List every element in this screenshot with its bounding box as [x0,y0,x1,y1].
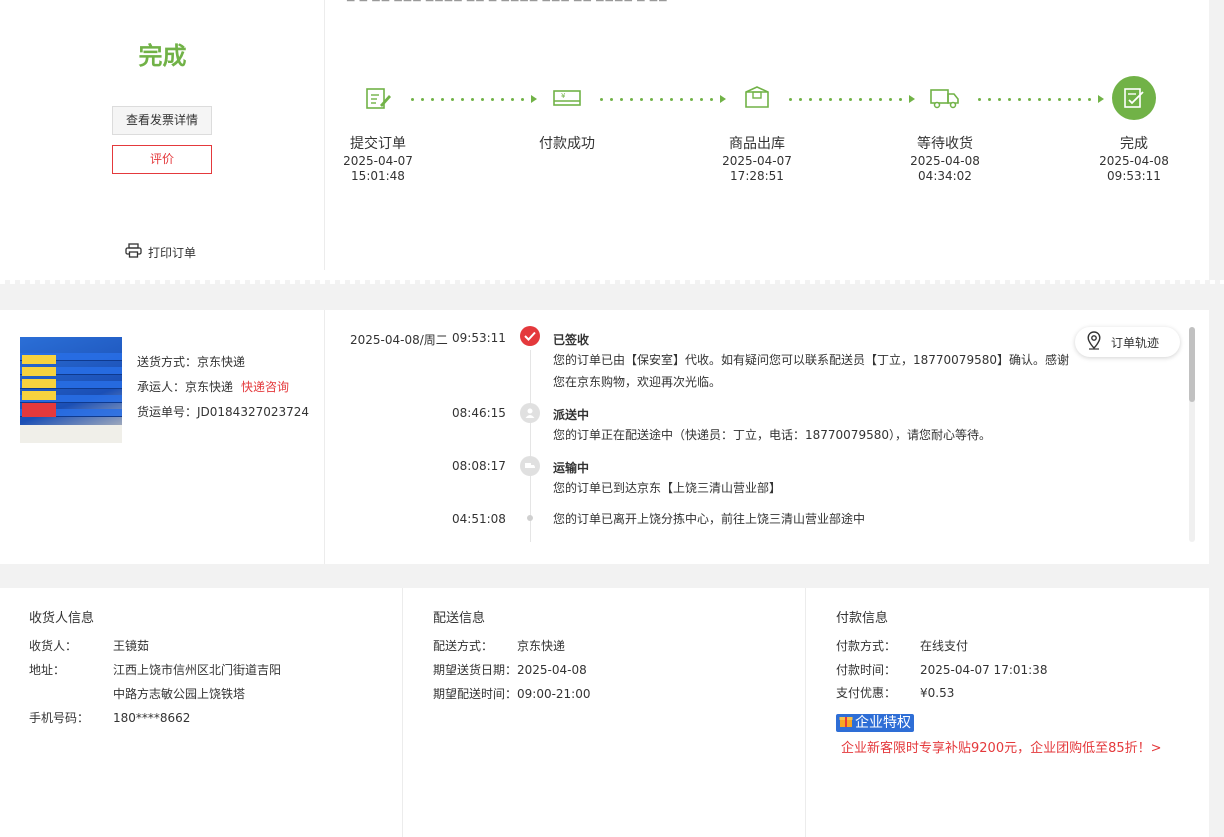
delivery-truck-icon [925,78,965,118]
tracking-panel: 送货方式：京东快递 承运人：京东快递 快递咨询 货运单号：JD0184327023… [0,310,1209,564]
receiver-heading: 收货人信息 [29,611,95,626]
expected-date: 期望送货日期：2025-04-08 [433,663,587,677]
payment-card-icon: ¥ [547,78,587,118]
timeline-scrollbar[interactable] [1189,327,1195,542]
progress-connector [600,95,726,103]
payment-heading: 付款信息 [836,611,889,626]
transport-icon [520,456,540,476]
step-label: 完成 [1120,136,1148,152]
event-time: 04:51:08 [452,512,506,526]
phone-key: 手机号码： [29,711,90,725]
payment-info: 付款信息 付款方式： 在线支付 付款时间： 2025-04-07 17:01:38 … [805,588,1209,837]
courier-icon [520,403,540,423]
signed-check-icon [520,326,540,346]
review-button[interactable]: 评价 [112,145,212,174]
step-time: 15:01:48 [351,169,405,183]
order-info-panel: 收货人信息 收货人： 王镜茹 地址： 江西上饶市信州区北门街道吉阳 中路方志敏公园上… [0,588,1209,837]
step-date: 2025-04-08 [910,154,980,168]
delivery-heading: 配送信息 [433,611,486,626]
step-date: 2025-04-08 [1099,154,1169,168]
step-time: 04:34:02 [918,169,972,183]
step-label: 等待收货 [917,136,973,152]
tracking-timeline: 2025-04-08/周二 09:53:11 已签收 您的订单已由【保安室】代收… [326,310,1186,564]
enterprise-promo-link[interactable]: 企业新客限时专享补贴9200元，企业团购低至85折！> [841,737,1162,756]
gift-icon [839,714,853,733]
event-time: 09:53:11 [452,331,506,345]
scrollbar-thumb[interactable] [1189,327,1195,402]
view-invoice-button[interactable]: 查看发票详情 [112,106,212,135]
print-order-link[interactable]: 打印订单 [125,243,196,261]
delivery-method: 京东快递 [517,639,566,653]
address-line-1: 江西上饶市信州区北门街道吉阳 [113,663,282,677]
step-label: 商品出库 [729,136,785,152]
event-text: 您的订单已由【保安室】代收。如有疑问您可以联系配送员【丁立，1877007958… [553,353,1069,389]
cropped-notice-text: ▬ ▬ ▬▬ ▬▬▬ ▬▬▬▬ ▬▬ ▬ ▬▬▬▬ ▬▬▬ ▬▬ ▬▬▬▬ ▬ … [346,0,776,3]
progress-connector [411,95,537,103]
event-title: 已签收 [553,333,590,347]
event-time: 08:46:15 [452,406,506,420]
payment-time: 2025-04-07 17:01:38 [920,663,1048,677]
section-divider [0,280,1224,284]
courier-consult-link[interactable]: 快递咨询 [241,380,289,394]
payment-discount: ¥0.53 [920,686,955,700]
expected-time: 期望配送时间：09:00-21:00 [433,687,591,701]
order-status-title: 完成 [138,42,187,70]
order-track-button[interactable]: 订单轨迹 [1075,327,1180,357]
tracking-number: 货运单号：JD0184327023724 [137,405,310,419]
product-thumbnail[interactable] [20,337,122,443]
receiver-name: 王镜茹 [113,639,150,653]
progress-connector [789,95,915,103]
order-status-summary: 完成 查看发票详情 评价 打印订单 [0,0,325,270]
receiver-info: 收货人信息 收货人： 王镜茹 地址： 江西上饶市信州区北门街道吉阳 中路方志敏公园上… [0,588,402,837]
carrier: 承运人：京东快递 [137,380,234,394]
completed-check-icon [1112,76,1156,120]
svg-text:¥: ¥ [561,92,566,100]
step-time: 17:28:51 [730,169,784,183]
event-time: 08:08:17 [452,459,506,473]
order-track-label: 订单轨迹 [1111,335,1160,350]
package-summary: 送货方式：京东快递 承运人：京东快递 快递咨询 货运单号：JD0184327023… [0,310,325,564]
step-label: 付款成功 [539,136,595,152]
print-order-label: 打印订单 [148,245,197,260]
shipping-method: 送货方式：京东快递 [137,355,246,369]
payment-time-key: 付款时间： [836,663,897,677]
delivery-info: 配送信息 配送方式： 京东快递 期望送货日期：2025-04-08 期望配送时间：… [402,588,805,837]
timeline-date: 2025-04-08/周二 [350,333,448,347]
step-date: 2025-04-07 [722,154,792,168]
payment-method-key: 付款方式： [836,639,897,653]
printer-icon [125,243,142,261]
payment-method: 在线支付 [920,639,969,653]
delivery-method-key: 配送方式： [433,639,494,653]
order-status-panel: ▬ ▬ ▬▬ ▬▬▬ ▬▬▬▬ ▬▬ ▬ ▬▬▬▬ ▬▬▬ ▬▬ ▬▬▬▬ ▬ … [0,0,1209,282]
address-line-2: 中路方志敏公园上饶铁塔 [113,687,246,701]
package-box-icon [737,78,777,118]
progress-connector [978,95,1104,103]
location-pin-icon [1087,331,1101,353]
event-text: 您的订单已离开上饶分拣中心，前往上饶三清山营业部途中 [553,512,866,526]
event-text: 您的订单正在配送途中（快递员：丁立，电话：18770079580），请您耐心等待… [553,428,991,442]
phone-number: 180****8662 [113,711,191,725]
step-date: 2025-04-07 [343,154,413,168]
event-title: 派送中 [553,408,590,422]
step-label: 提交订单 [350,136,406,152]
enterprise-badge-label: 企业特权 [855,715,911,731]
enterprise-privilege-badge[interactable]: 企业特权 [836,714,914,732]
address-key: 地址： [29,663,66,677]
event-title: 运输中 [553,461,590,475]
edit-document-icon [358,78,398,118]
step-time: 09:53:11 [1107,169,1161,183]
event-text: 您的订单已到达京东【上饶三清山营业部】 [553,481,782,495]
shipping-details: 送货方式：京东快递 承运人：京东快递 快递咨询 货运单号：JD0184327023… [137,350,309,425]
receiver-name-key: 收货人： [29,639,78,653]
dot-icon [527,515,533,521]
timeline-line [530,350,531,542]
payment-discount-key: 支付优惠： [836,686,897,700]
